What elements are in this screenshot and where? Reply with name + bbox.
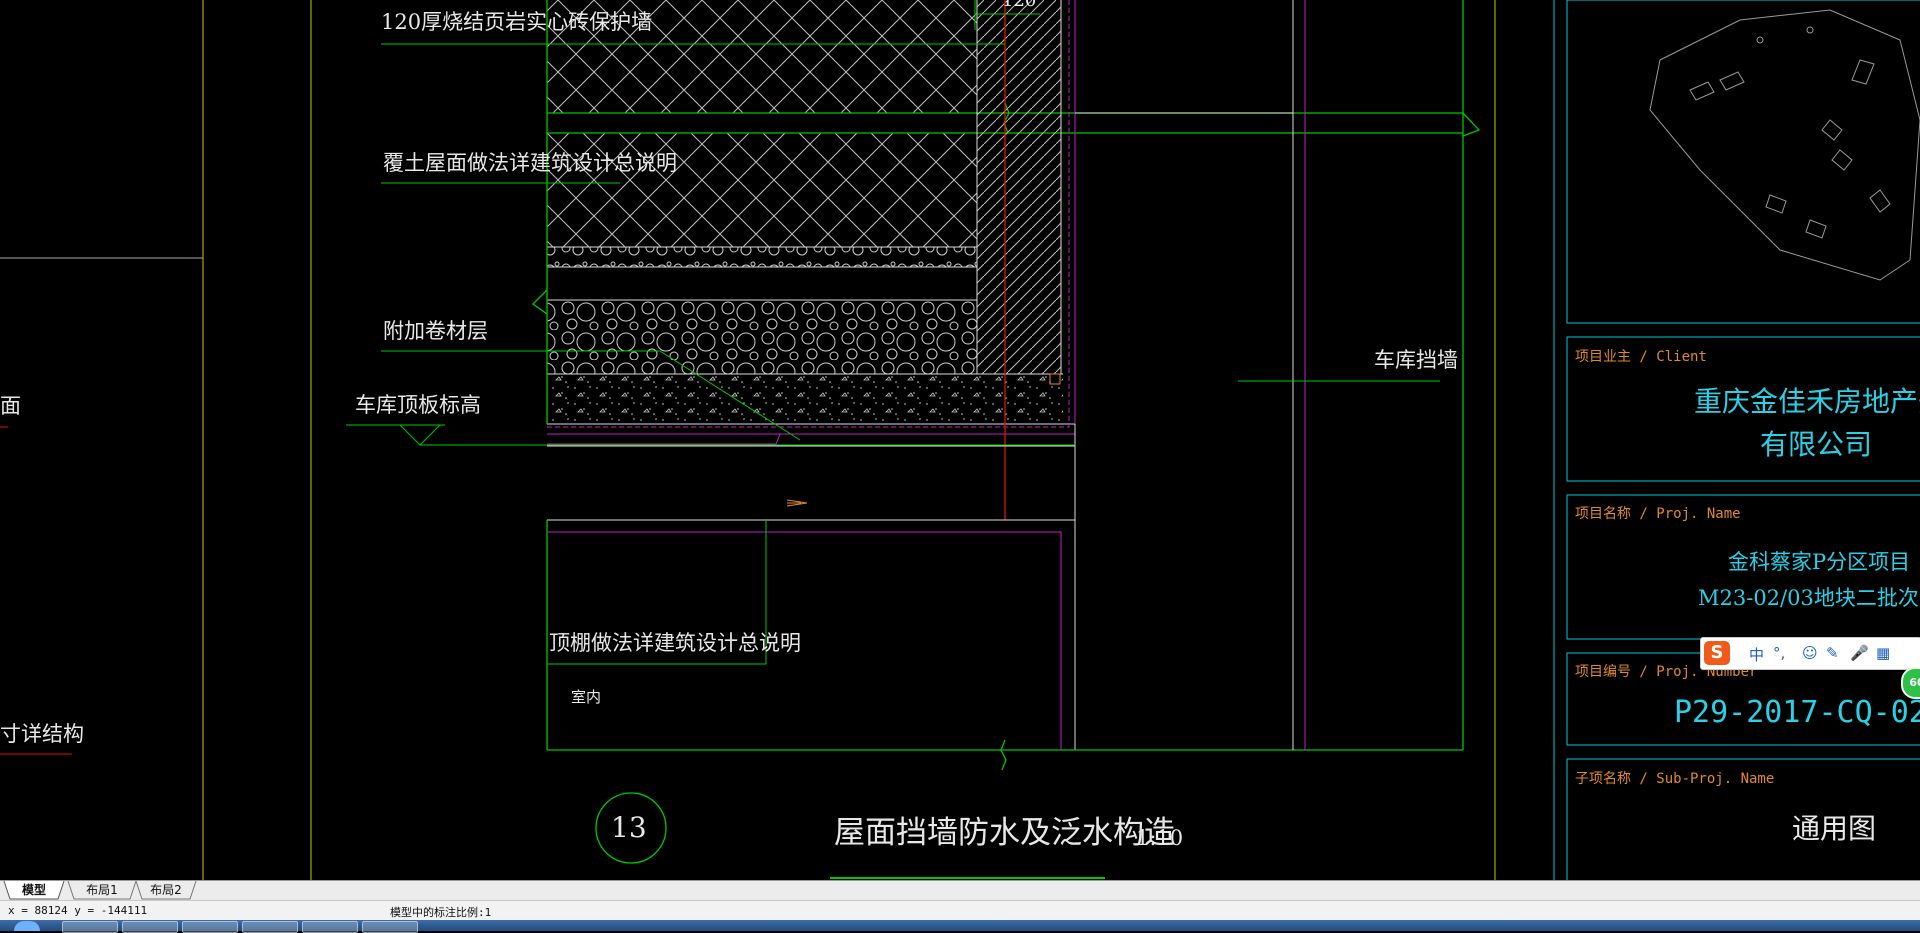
tab-layout2[interactable]: 布局2 [142,881,190,899]
label-soil-roof: 覆土屋面做法详建筑设计总说明 [383,151,677,175]
coordinate-readout: x = 88124 y = -144111 [8,904,148,917]
ime-toolbar[interactable]: S 中 °, ☺ ✎ 🎤 ▦ [1700,637,1920,670]
label-garage-retaining-wall: 车库挡墙 [1374,348,1458,372]
label-left-partial-1: 面 [0,394,21,418]
drawing-title: 屋面挡墙防水及泛水构造 [834,815,1175,851]
detail-number: 13 [611,811,647,844]
proj-number: P29-2017-CQ-02 [1674,695,1920,730]
label-garage-roof-elev: 车库顶板标高 [355,393,481,417]
taskbar-app-6[interactable] [362,921,418,933]
label-dimension: 120 [1002,0,1037,11]
sub-proj-label: 子项名称 / Sub-Proj. Name [1575,771,1775,787]
taskbar-app-2[interactable] [122,921,178,933]
ime-handwrite-icon[interactable]: ✎ [1826,644,1839,662]
label-left-partial-2: 寸详结构 [0,722,84,746]
annotation-scale-text: 模型中的标注比例:1 [390,906,492,919]
client-value-line2: 有限公司 [1760,428,1873,461]
drawing-scale: 1:10 [1136,826,1184,850]
sogou-logo-icon[interactable]: S [1704,641,1730,665]
sub-proj-value: 通用图 [1792,812,1877,845]
ime-emoji-icon[interactable]: ☺ [1802,644,1818,662]
taskbar-app-1[interactable] [62,921,118,933]
label-brick-wall: 120厚烧结页岩实心砖保护墙 [381,10,653,34]
notification-badge[interactable]: 60 [1901,667,1920,699]
ime-toolbox-icon[interactable]: ▦ [1876,644,1890,662]
start-button[interactable] [14,921,40,931]
label-ceiling: 顶棚做法详建筑设计总说明 [549,631,801,655]
taskbar-app-5[interactable] [302,921,358,933]
client-label: 项目业主 / Client [1575,349,1707,365]
ime-mode-icon[interactable]: 中 [1749,644,1764,665]
taskbar-app-4[interactable] [242,921,298,933]
client-value-line1: 重庆金佳禾房地产开发 [1694,385,1920,418]
label-extra-membrane: 附加卷材层 [383,319,488,343]
tab-model[interactable]: 模型 [10,881,58,899]
drawing-geometry [0,0,1920,880]
proj-name-label: 项目名称 / Proj. Name [1575,506,1741,522]
cad-drawing-canvas[interactable]: 120厚烧结页岩实心砖保护墙 120 覆土屋面做法详建筑设计总说明 附加卷材层 … [0,0,1920,880]
ime-punct-icon[interactable]: °, [1773,644,1785,662]
ime-voice-icon[interactable]: 🎤 [1850,644,1869,662]
proj-name-line1: 金科蔡家P分区项目 [1728,550,1911,574]
tab-layout1[interactable]: 布局1 [74,881,130,899]
label-indoor: 室内 [571,688,602,706]
status-bar: x = 88124 y = -144111 模型中的标注比例:1 [0,900,1920,921]
proj-name-line2: M23-02/03地块二批次 [1698,586,1919,610]
windows-taskbar [0,920,1920,933]
taskbar-app-3[interactable] [182,921,238,933]
layout-tab-bar: 模型 布局1 布局2 [0,880,1920,901]
